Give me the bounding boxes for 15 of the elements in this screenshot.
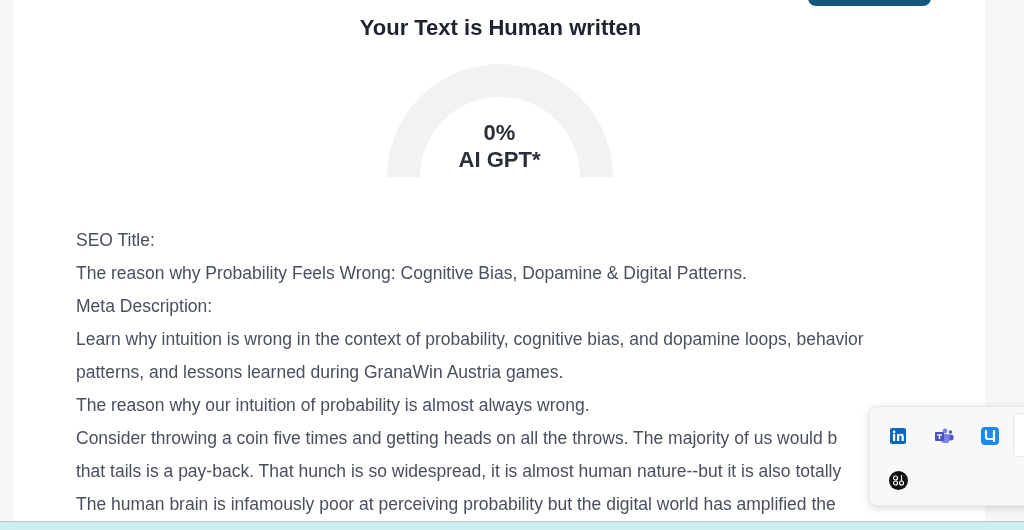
app-icon[interactable]: [888, 471, 908, 490]
linkedin-icon[interactable]: [890, 427, 906, 444]
result-title: Your Text is Human written: [359, 14, 642, 42]
text-line: Consider throwing a coin five times and getting heads on all the throws. The majority of us would b: [76, 427, 838, 450]
gauge-label: AI GPT*: [458, 146, 541, 173]
gauge-percent: 0%: [483, 119, 516, 146]
teams-icon[interactable]: [934, 427, 954, 444]
text-line: The reason why Probability Feels Wrong: Cognitive Bias, Dopamine & Digital Patterns.: [76, 262, 747, 285]
text-line: Learn why intuition is wrong in the context of probability, cognitive bias, and dopamine loops, behavior: [76, 328, 864, 351]
text-line: The human brain is infamously poor at perceiving probability but the digital world has amplified the: [76, 493, 836, 516]
text-line: patterns, and lessons learned during GranaWin Austria games.: [76, 361, 564, 384]
text-line: that tails is a pay-back. That hunch is so widespread, it is almost human nature--but it is also totally: [76, 460, 842, 483]
text-line: The reason why our intuition of probability is almost always wrong.: [76, 394, 590, 417]
text-line: SEO Title:: [76, 229, 155, 252]
text-line: Meta Description:: [76, 295, 213, 318]
